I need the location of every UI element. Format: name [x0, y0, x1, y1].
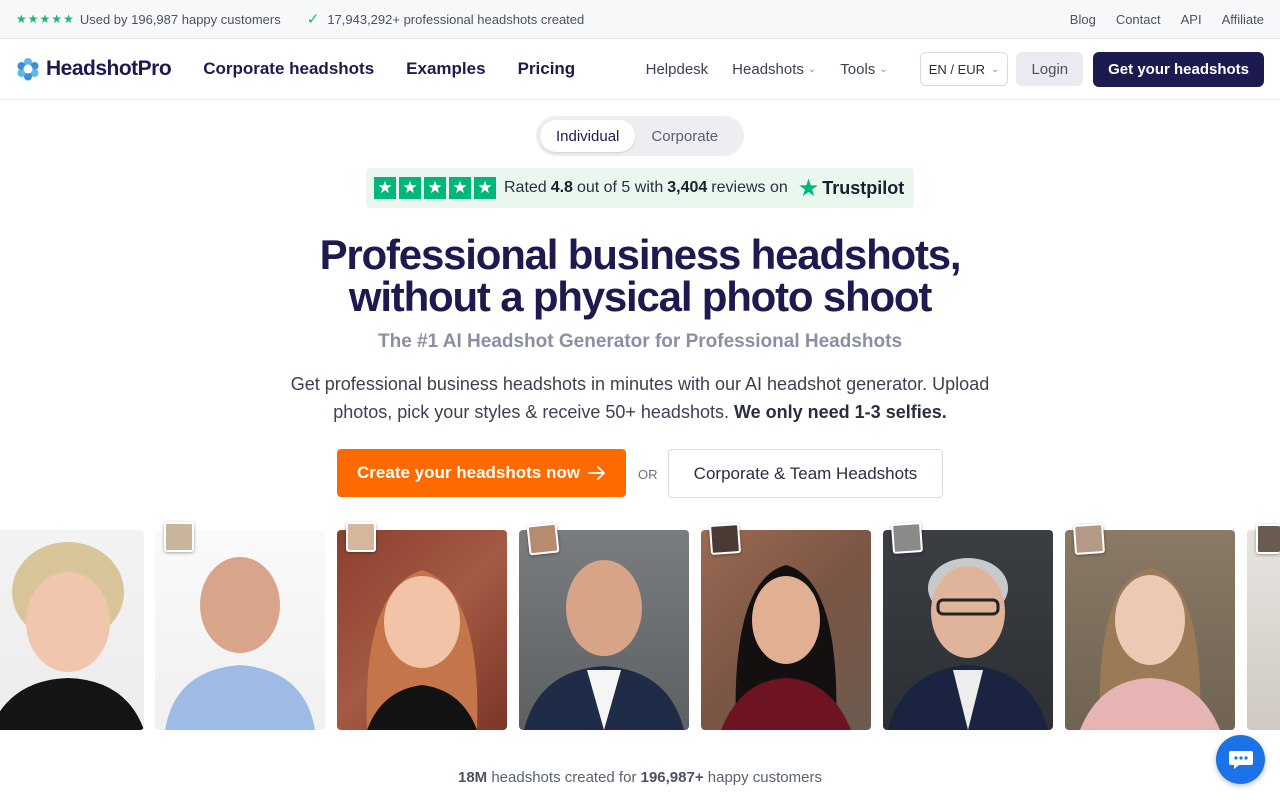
nav-tools-dropdown[interactable]: Tools ⌄: [840, 61, 887, 78]
login-button[interactable]: Login: [1016, 52, 1084, 86]
api-link[interactable]: API: [1181, 12, 1202, 27]
main-navigation: HeadshotPro Corporate headshots Examples…: [0, 39, 1280, 100]
trustpilot-logo: ★ Trustpilot: [798, 174, 905, 203]
chevron-down-icon: ⌄: [879, 63, 888, 75]
nav-headshots-dropdown[interactable]: Headshots ⌄: [732, 61, 816, 78]
create-headshots-label: Create your headshots now: [357, 463, 580, 482]
corporate-team-button[interactable]: Corporate & Team Headshots: [668, 449, 943, 498]
audience-toggle: Individual Corporate: [536, 116, 744, 156]
trustpilot-brand-text: Trustpilot: [822, 177, 905, 198]
stats-end-text: happy customers: [707, 769, 822, 786]
hero-description-bold: We only need 1-3 selfies.: [733, 402, 947, 422]
stats-line: 18M headshots created for 196,987+ happy…: [0, 769, 1280, 786]
toggle-corporate[interactable]: Corporate: [635, 120, 734, 152]
chat-bubble-icon: [1228, 750, 1253, 769]
top-links: Blog Contact API Affiliate: [1070, 12, 1264, 27]
logo-icon: [17, 58, 39, 81]
checkmark-icon: ✓: [306, 11, 320, 28]
tools-label: Tools: [840, 60, 876, 78]
trustpilot-star-icon: ★: [797, 174, 820, 202]
source-selfie-thumbnail: [526, 522, 560, 556]
affiliate-link[interactable]: Affiliate: [1222, 12, 1264, 27]
top-announcement-bar: ★ ★ ★ ★ ★ Used by 196,987 happy customers ✓ …: [0, 0, 1280, 39]
review-count: 3,404: [667, 179, 708, 196]
language-label: EN / EUR: [928, 61, 986, 77]
contact-link[interactable]: Contact: [1116, 12, 1161, 27]
reviews-on-text: reviews on: [711, 179, 788, 196]
source-selfie-thumbnail: [890, 521, 924, 555]
headshot-photo: [701, 530, 871, 730]
language-currency-select[interactable]: EN / EUR ⌄: [919, 52, 1009, 86]
get-headshots-button[interactable]: Get your headshots: [1093, 51, 1264, 87]
rated-text: Rated: [504, 179, 547, 196]
source-selfie-thumbnail: [164, 522, 194, 552]
logo-text: HeadshotPro: [46, 57, 172, 80]
chevron-down-icon: ⌄: [807, 63, 817, 75]
customers-total: 196,987+: [640, 769, 704, 786]
chevron-down-icon: ⌄: [991, 63, 1000, 75]
source-selfie-thumbnail: [708, 522, 742, 556]
nav-pricing[interactable]: Pricing: [518, 59, 576, 79]
nav-right-group: Helpdesk Headshots ⌄ Tools ⌄ EN / EUR ⌄ …: [646, 51, 1264, 87]
hero-title-line2: without a physical photo shoot: [348, 273, 933, 320]
rating-stars-icon: ★ ★ ★ ★ ★: [16, 12, 74, 26]
nav-helpdesk[interactable]: Helpdesk: [646, 61, 709, 78]
headshot-photo: [0, 530, 144, 730]
out-of-text: out of 5 with: [576, 179, 664, 196]
headshot-photo: [155, 530, 325, 730]
source-selfie-thumbnail: [1072, 522, 1106, 556]
logo[interactable]: HeadshotPro: [16, 57, 172, 81]
create-headshots-button[interactable]: Create your headshots now: [337, 449, 626, 497]
headshots-total: 18M: [457, 769, 488, 786]
or-separator: OR: [638, 467, 658, 482]
hero-title-line1: Professional business headshots,: [319, 231, 962, 278]
hero-title: Professional business headshots, without…: [0, 234, 1280, 318]
nav-corporate-headshots[interactable]: Corporate headshots: [203, 59, 374, 79]
trustpilot-rating-banner[interactable]: ★ ★ ★ ★ ★ Rated 4.8 out of 5 with 3,404 revi…: [366, 168, 914, 208]
customers-count-text: Used by 196,987 happy customers: [79, 11, 281, 27]
trustpilot-stars-icon: ★ ★ ★ ★ ★: [374, 177, 496, 199]
nav-examples[interactable]: Examples: [406, 59, 485, 79]
headshot-photo: [1065, 530, 1235, 730]
blog-link[interactable]: Blog: [1070, 12, 1096, 27]
headshots-label: Headshots: [732, 60, 804, 78]
helpdesk-label: Helpdesk: [645, 60, 709, 78]
headshots-count-text: 17,943,292+ professional headshots creat…: [327, 11, 585, 27]
rating-score: 4.8: [550, 179, 573, 196]
stats-mid-text: headshots created for: [491, 769, 637, 786]
toggle-individual[interactable]: Individual: [540, 120, 636, 152]
headshot-photo: [337, 530, 507, 730]
headshot-photo: [1247, 530, 1280, 730]
headshot-photo: [519, 530, 689, 730]
hero-subtitle: The #1 AI Headshot Generator for Profess…: [377, 331, 903, 352]
source-selfie-thumbnail: [346, 522, 376, 552]
hero-description: Get professional business headshots in m…: [260, 370, 1020, 426]
headshot-photo: [883, 530, 1053, 730]
chat-support-button[interactable]: [1216, 735, 1265, 784]
source-selfie-thumbnail: [1256, 524, 1280, 554]
arrow-right-icon: [588, 466, 605, 480]
